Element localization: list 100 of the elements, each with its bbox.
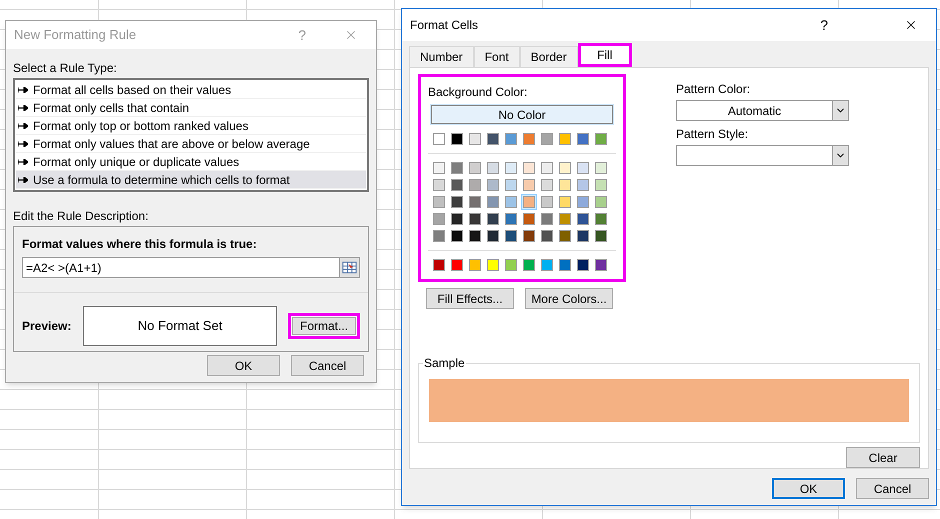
close-icon[interactable] bbox=[904, 18, 918, 32]
color-swatch[interactable] bbox=[505, 213, 517, 225]
color-swatch[interactable] bbox=[577, 133, 589, 145]
no-color-button[interactable]: No Color bbox=[431, 105, 613, 124]
color-swatch[interactable] bbox=[541, 179, 553, 191]
color-swatch[interactable] bbox=[541, 230, 553, 242]
color-swatch[interactable] bbox=[541, 196, 553, 208]
color-swatch[interactable] bbox=[469, 179, 481, 191]
color-swatch[interactable] bbox=[451, 213, 463, 225]
color-swatch[interactable] bbox=[433, 179, 445, 191]
sample-label: Sample bbox=[423, 356, 466, 370]
color-swatch[interactable] bbox=[595, 196, 607, 208]
format-button[interactable]: Format... bbox=[288, 313, 360, 339]
rule-type-item[interactable]: Use a formula to determine which cells to format bbox=[16, 171, 366, 189]
color-swatch[interactable] bbox=[595, 230, 607, 242]
window-title: New Formatting Rule bbox=[14, 26, 138, 44]
color-swatch[interactable] bbox=[487, 259, 499, 271]
color-swatch[interactable] bbox=[577, 179, 589, 191]
color-swatch[interactable] bbox=[487, 162, 499, 174]
color-swatch[interactable] bbox=[541, 259, 553, 271]
color-swatch[interactable] bbox=[469, 230, 481, 242]
color-swatch[interactable] bbox=[433, 196, 445, 208]
color-swatch[interactable] bbox=[487, 213, 499, 225]
color-swatch[interactable] bbox=[451, 133, 463, 145]
color-swatch[interactable] bbox=[469, 259, 481, 271]
color-swatch[interactable] bbox=[433, 213, 445, 225]
tab[interactable]: Fill bbox=[578, 43, 632, 67]
color-swatch[interactable] bbox=[487, 196, 499, 208]
color-swatch[interactable] bbox=[559, 133, 571, 145]
tab[interactable]: Border bbox=[520, 46, 578, 67]
color-swatch[interactable] bbox=[433, 230, 445, 242]
fill-effects-button[interactable]: Fill Effects... bbox=[426, 288, 514, 309]
color-swatch[interactable] bbox=[505, 230, 517, 242]
color-swatch[interactable] bbox=[595, 162, 607, 174]
color-swatch[interactable] bbox=[577, 196, 589, 208]
color-swatch[interactable] bbox=[523, 196, 535, 208]
color-swatch[interactable] bbox=[505, 179, 517, 191]
more-colors-button[interactable]: More Colors... bbox=[525, 288, 613, 309]
help-button[interactable]: ? bbox=[820, 14, 828, 36]
clear-button[interactable]: Clear bbox=[846, 447, 920, 468]
color-swatch[interactable] bbox=[577, 259, 589, 271]
color-swatch[interactable] bbox=[433, 133, 445, 145]
rule-type-label: Format only unique or duplicate values bbox=[33, 154, 240, 170]
color-swatch[interactable] bbox=[523, 162, 535, 174]
tab[interactable]: Number bbox=[409, 46, 474, 67]
color-swatch[interactable] bbox=[595, 133, 607, 145]
pattern-style-dropdown[interactable] bbox=[676, 145, 849, 166]
tab[interactable]: Font bbox=[474, 46, 520, 67]
color-swatch[interactable] bbox=[451, 179, 463, 191]
color-swatch[interactable] bbox=[523, 230, 535, 242]
color-swatch[interactable] bbox=[487, 133, 499, 145]
color-swatch[interactable] bbox=[595, 259, 607, 271]
formula-field[interactable]: =A2< >(A1+1) bbox=[22, 257, 360, 278]
ok-button[interactable]: OK bbox=[207, 355, 280, 376]
color-swatch[interactable] bbox=[505, 162, 517, 174]
pattern-color-label: Pattern Color: bbox=[676, 81, 752, 98]
color-swatch[interactable] bbox=[595, 179, 607, 191]
color-swatch[interactable] bbox=[523, 259, 535, 271]
color-swatch[interactable] bbox=[487, 230, 499, 242]
color-swatch[interactable] bbox=[541, 162, 553, 174]
arrow-icon bbox=[18, 140, 28, 146]
color-swatch[interactable] bbox=[469, 162, 481, 174]
color-swatch[interactable] bbox=[505, 133, 517, 145]
color-swatch[interactable] bbox=[559, 230, 571, 242]
arrow-icon bbox=[18, 104, 28, 110]
color-swatch[interactable] bbox=[577, 213, 589, 225]
color-swatch[interactable] bbox=[523, 179, 535, 191]
color-swatch[interactable] bbox=[451, 162, 463, 174]
color-swatch[interactable] bbox=[559, 179, 571, 191]
rule-type-label: Format only cells that contain bbox=[33, 100, 190, 116]
color-swatch[interactable] bbox=[577, 230, 589, 242]
color-swatch[interactable] bbox=[559, 162, 571, 174]
pattern-color-dropdown[interactable]: Automatic bbox=[676, 100, 849, 121]
color-swatch[interactable] bbox=[577, 162, 589, 174]
arrow-icon bbox=[18, 176, 28, 182]
rule-type-label: Format only values that are above or below average bbox=[33, 136, 310, 152]
arrow-icon bbox=[18, 86, 28, 92]
cancel-button[interactable]: Cancel bbox=[291, 355, 364, 376]
color-swatch[interactable] bbox=[523, 213, 535, 225]
color-swatch[interactable] bbox=[523, 133, 535, 145]
range-picker-icon[interactable] bbox=[339, 258, 359, 277]
color-swatch[interactable] bbox=[469, 196, 481, 208]
color-swatch[interactable] bbox=[559, 196, 571, 208]
color-swatch[interactable] bbox=[433, 259, 445, 271]
color-swatch[interactable] bbox=[541, 213, 553, 225]
color-swatch[interactable] bbox=[487, 179, 499, 191]
color-swatch[interactable] bbox=[559, 213, 571, 225]
color-swatch[interactable] bbox=[451, 196, 463, 208]
color-swatch[interactable] bbox=[451, 230, 463, 242]
ok-button[interactable]: OK bbox=[772, 478, 845, 499]
color-swatch[interactable] bbox=[469, 133, 481, 145]
cancel-button[interactable]: Cancel bbox=[856, 478, 929, 499]
color-swatch[interactable] bbox=[433, 162, 445, 174]
color-swatch[interactable] bbox=[469, 213, 481, 225]
color-swatch[interactable] bbox=[559, 259, 571, 271]
color-swatch[interactable] bbox=[541, 133, 553, 145]
color-swatch[interactable] bbox=[451, 259, 463, 271]
color-swatch[interactable] bbox=[595, 213, 607, 225]
color-swatch[interactable] bbox=[505, 259, 517, 271]
color-swatch[interactable] bbox=[505, 196, 517, 208]
